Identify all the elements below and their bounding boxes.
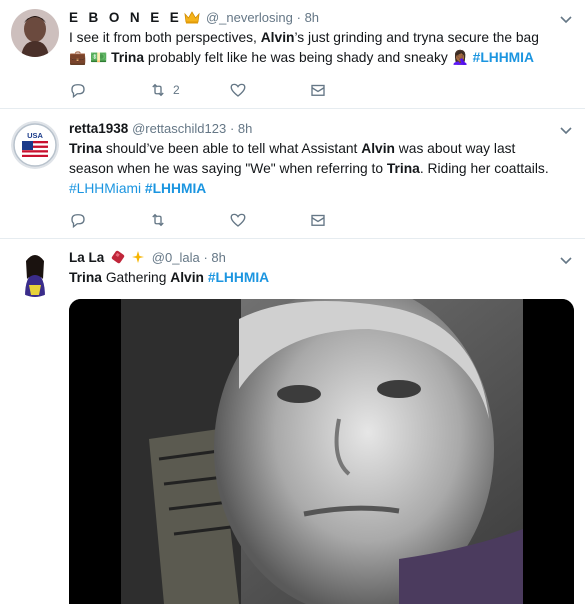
retweet-button[interactable] (149, 211, 229, 229)
hashtag-link[interactable]: #LHHMIA (145, 181, 206, 196)
timestamp[interactable]: · 8h (297, 10, 319, 25)
tweet-actions (69, 210, 389, 230)
dm-button[interactable] (309, 81, 389, 99)
timestamp[interactable]: · 8h (230, 121, 252, 136)
tweet-text: Trina should’ve been able to tell what A… (69, 139, 559, 199)
tweet-text: Trina Gathering Alvin #LHHMIA (69, 268, 559, 288)
keyword-highlight: Alvin (361, 141, 395, 156)
reply-icon (71, 214, 85, 229)
sparkles-icon (130, 250, 146, 269)
tweet[interactable]: E B O N E E @_neverlosing · 8h I see it … (0, 0, 585, 109)
caret-down-icon[interactable] (559, 14, 573, 24)
hashtag-link[interactable]: #LHHMIA (473, 50, 534, 65)
dm-icon (311, 84, 325, 96)
candy-icon (110, 250, 126, 269)
emoji: 🤦🏾‍♀️ (451, 50, 469, 65)
caret-down-icon[interactable] (559, 125, 573, 135)
like-button[interactable] (229, 211, 309, 229)
display-name[interactable]: retta1938 (69, 121, 128, 136)
hashtag-link[interactable]: #LHHMiami (69, 181, 141, 196)
keyword-highlight: Trina (69, 141, 102, 156)
handle[interactable]: @0_lala (152, 250, 200, 265)
keyword-highlight: Alvin (170, 270, 204, 285)
svg-text:USA: USA (27, 131, 43, 140)
like-icon (230, 83, 246, 97)
keyword-highlight: Trina (69, 270, 102, 285)
text-run: Gathering (101, 270, 171, 285)
avatar[interactable] (11, 9, 59, 57)
video-player[interactable] (69, 299, 574, 604)
tweet-text: I see it from both perspectives, Alvin’s… (69, 28, 559, 68)
reply-button[interactable] (69, 81, 149, 99)
text-run: probably felt like he was being shady an… (144, 50, 452, 65)
tweet[interactable]: La La @0_lala · 8h Trina Gathering Alvin… (0, 239, 585, 604)
caret-down-icon[interactable] (559, 255, 573, 265)
tweet-actions: 2 (69, 80, 389, 100)
keyword-highlight: Trina (111, 50, 145, 65)
text-run: . Riding her coattails. (419, 161, 549, 176)
handle[interactable]: @_neverlosing (206, 10, 293, 25)
reply-icon (71, 84, 85, 99)
retweet-icon (152, 83, 164, 97)
video-frame (69, 299, 574, 604)
display-name[interactable]: La La (69, 250, 104, 265)
tweet[interactable]: USA retta1938 @rettaschild123 · 8h Trina… (0, 109, 585, 239)
handle[interactable]: @rettaschild123 (132, 121, 226, 136)
like-icon (230, 213, 246, 227)
text-run: ’s just grinding and tryna secure the ba… (294, 30, 539, 45)
dm-icon (311, 214, 325, 226)
emoji: 💼 (69, 50, 87, 65)
text-run: I see it from both perspectives, (69, 30, 261, 45)
timestamp[interactable]: · 8h (203, 250, 225, 265)
reply-button[interactable] (69, 211, 149, 229)
text-run: should’ve been able to tell what Assista… (101, 141, 362, 156)
like-button[interactable] (229, 81, 309, 99)
avatar[interactable]: USA (11, 121, 59, 169)
display-name[interactable]: E B O N E E (69, 10, 182, 25)
hashtag-link[interactable]: #LHHMIA (208, 270, 269, 285)
keyword-highlight: Trina (386, 161, 420, 176)
dm-button[interactable] (309, 211, 389, 229)
crown-icon (184, 11, 200, 29)
retweet-icon (152, 213, 164, 227)
emoji: 💵 (90, 50, 108, 65)
keyword-highlight: Alvin (260, 30, 295, 45)
retweet-count: 2 (173, 83, 180, 97)
retweet-button[interactable]: 2 (149, 81, 229, 99)
avatar[interactable] (11, 249, 59, 297)
